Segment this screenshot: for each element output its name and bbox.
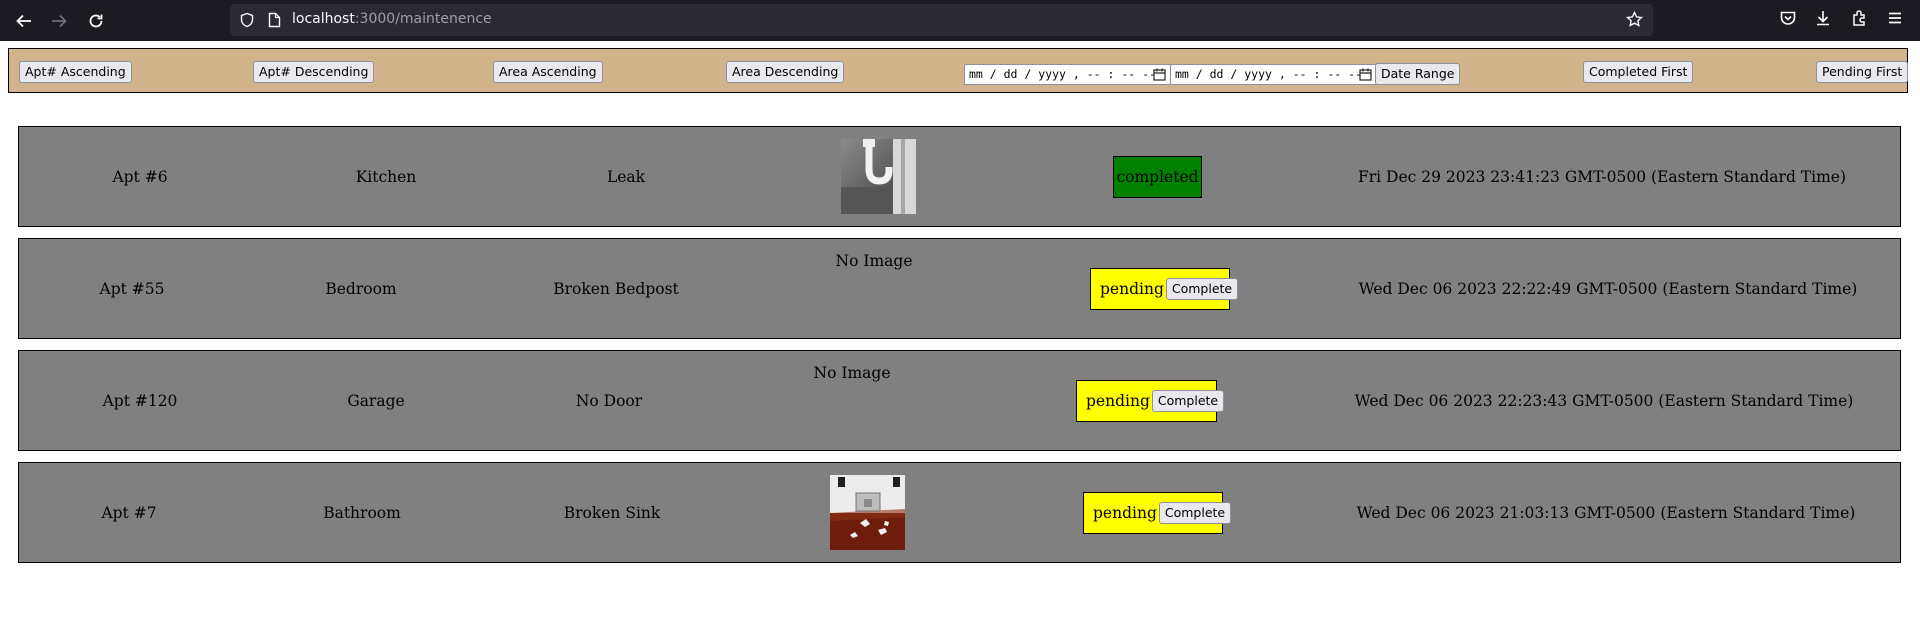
area-descending-button[interactable]: Area Descending: [726, 61, 845, 83]
request-date: Wed Dec 06 2023 22:23:43 GMT-0500 (Easte…: [1354, 392, 1854, 410]
extensions-icon[interactable]: [1850, 9, 1868, 31]
apartment-number: Apt #55: [99, 280, 165, 298]
apartment-number: Apt #7: [101, 504, 157, 522]
download-icon[interactable]: [1814, 9, 1832, 31]
end-date-input[interactable]: mm / dd / yyyy , -- : -- --: [1170, 64, 1377, 85]
issue: Leak: [606, 168, 646, 186]
issue: Broken Sink: [563, 504, 661, 522]
area: Kitchen: [355, 168, 417, 186]
complete-button[interactable]: Complete: [1151, 390, 1225, 412]
request-row: Apt #7 Bathroom Broken Sink pending Comp…: [18, 462, 1901, 563]
no-image-text: No Image: [835, 252, 913, 270]
start-date-input[interactable]: mm / dd / yyyy , -- : -- --: [964, 64, 1171, 85]
back-icon[interactable]: [12, 9, 36, 33]
status-badge: completed: [1113, 156, 1202, 198]
status-badge: pending Complete: [1090, 268, 1239, 310]
area: Bedroom: [325, 280, 397, 298]
start-date-placeholder: mm / dd / yyyy , -- : -- --: [969, 67, 1156, 81]
area: Garage: [347, 392, 405, 410]
apartment-number: Apt #6: [112, 168, 168, 186]
no-image-text: No Image: [813, 364, 891, 382]
reload-icon[interactable]: [84, 9, 108, 33]
apt-ascending-button[interactable]: Apt# Ascending: [19, 61, 132, 83]
issue: No Door: [575, 392, 643, 410]
request-row: Apt #120 Garage No Door No Image pending…: [18, 350, 1901, 451]
menu-icon[interactable]: [1886, 9, 1904, 31]
complete-button[interactable]: Complete: [1165, 278, 1239, 300]
request-date: Fri Dec 29 2023 23:41:23 GMT-0500 (Easte…: [1357, 168, 1847, 186]
url-text: localhost:3000/maintenence: [292, 11, 492, 27]
request-row: Apt #55 Bedroom Broken Bedpost No Image …: [18, 238, 1901, 339]
area-ascending-button[interactable]: Area Ascending: [493, 61, 603, 83]
page-icon[interactable]: [267, 12, 282, 32]
date-range-button[interactable]: Date Range: [1375, 63, 1461, 85]
complete-button[interactable]: Complete: [1158, 502, 1232, 524]
status-text: pending: [1086, 392, 1150, 410]
issue: Broken Bedpost: [553, 280, 679, 298]
status-badge: pending Complete: [1083, 492, 1232, 534]
calendar-icon[interactable]: [1153, 68, 1166, 87]
status-text: pending: [1100, 280, 1164, 298]
request-image-pipe: [841, 139, 916, 214]
url-path: :3000/maintenence: [354, 11, 492, 27]
status-text: pending: [1093, 504, 1157, 522]
browser-toolbar: localhost:3000/maintenence: [0, 0, 1920, 41]
area: Bathroom: [323, 504, 401, 522]
address-bar[interactable]: localhost:3000/maintenence: [230, 4, 1653, 36]
status-text: completed: [1116, 168, 1199, 186]
request-image-sink: [830, 475, 905, 550]
request-date: Wed Dec 06 2023 22:22:49 GMT-0500 (Easte…: [1358, 280, 1858, 298]
status-badge: pending Complete: [1076, 380, 1225, 422]
pending-first-button[interactable]: Pending First: [1816, 61, 1909, 83]
end-date-placeholder: mm / dd / yyyy , -- : -- --: [1175, 67, 1362, 81]
forward-icon[interactable]: [47, 9, 71, 33]
apt-descending-button[interactable]: Apt# Descending: [253, 61, 375, 83]
calendar-icon[interactable]: [1359, 68, 1372, 87]
url-host: localhost: [292, 11, 355, 27]
apartment-number: Apt #120: [102, 392, 178, 410]
shield-icon[interactable]: [239, 12, 255, 32]
completed-first-button[interactable]: Completed First: [1583, 61, 1694, 83]
bookmark-star-icon[interactable]: [1626, 10, 1643, 32]
request-row: Apt #6 Kitchen Leak completed Fri Dec 29…: [18, 126, 1901, 227]
pocket-icon[interactable]: [1779, 9, 1797, 31]
request-date: Wed Dec 06 2023 21:03:13 GMT-0500 (Easte…: [1356, 504, 1856, 522]
sort-filter-toolbar: Apt# Ascending Apt# Descending Area Asce…: [8, 48, 1909, 93]
